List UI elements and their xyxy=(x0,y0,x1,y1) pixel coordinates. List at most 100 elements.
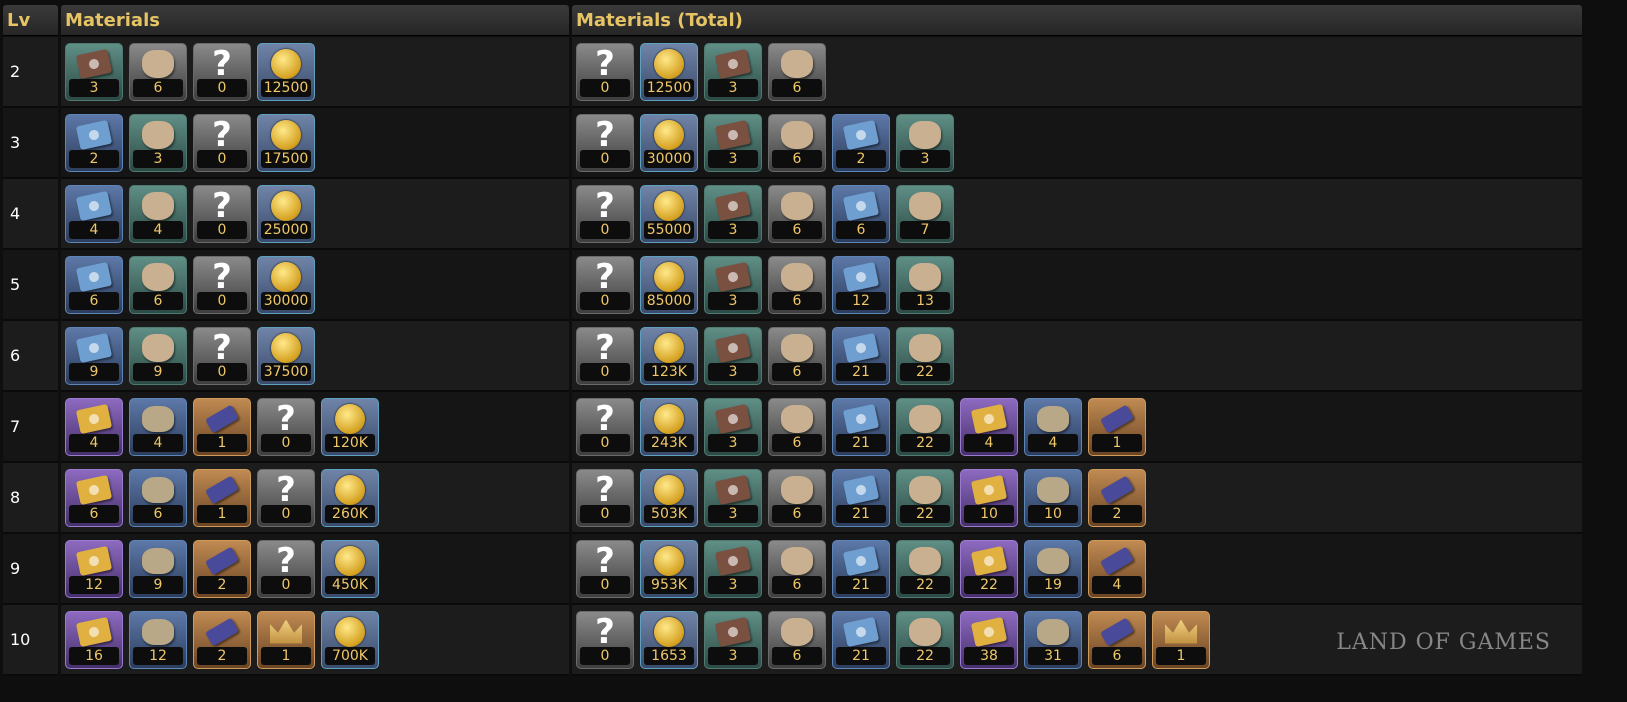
material-count: 2 xyxy=(69,149,119,168)
question-icon: ? xyxy=(595,469,615,510)
book-brown-icon xyxy=(714,48,752,79)
material-count: 3 xyxy=(708,575,758,594)
book-blue-icon xyxy=(842,545,880,576)
material-count: 9 xyxy=(133,362,183,381)
material-slot: 6 xyxy=(768,184,826,243)
level-label: 9 xyxy=(10,559,21,578)
material-slot: 9 xyxy=(129,539,187,598)
material-count: 37500 xyxy=(261,362,311,381)
cat-gray-icon xyxy=(781,404,813,433)
book-gold-icon xyxy=(970,616,1008,647)
material-count: 1653 xyxy=(644,646,694,665)
claw-icon xyxy=(205,546,239,575)
book-gold-icon xyxy=(75,616,113,647)
material-count: 6 xyxy=(133,504,183,523)
material-count: 13 xyxy=(900,291,950,310)
material-slot: 6 xyxy=(1088,610,1146,669)
material-count: 1 xyxy=(197,504,247,523)
material-count: 0 xyxy=(197,220,247,239)
mora-coin-icon xyxy=(271,48,301,79)
cat-green-icon xyxy=(909,404,941,433)
material-count: 55000 xyxy=(644,220,694,239)
material-slot: ? 0 xyxy=(576,610,634,669)
material-slot: 503K xyxy=(640,468,698,527)
material-slot: 6 xyxy=(129,255,187,314)
material-count: 10 xyxy=(1028,504,1078,523)
material-slot: 30000 xyxy=(257,255,315,314)
material-slot: 4 xyxy=(1024,397,1082,456)
material-count: 21 xyxy=(836,362,886,381)
material-slot: 1 xyxy=(1152,610,1210,669)
mora-coin-icon xyxy=(335,403,365,434)
material-slot: 22 xyxy=(896,468,954,527)
material-slot: 9 xyxy=(65,326,123,385)
book-blue-icon xyxy=(842,190,880,221)
mora-coin-icon xyxy=(654,616,684,647)
material-count: 2 xyxy=(197,646,247,665)
material-count: 0 xyxy=(580,433,630,452)
material-slot: 3 xyxy=(704,610,762,669)
materials-total-cell: ? 0 123K 3 6 21 22 xyxy=(572,321,1582,392)
cat-gray-icon xyxy=(781,191,813,220)
material-slot: 6 xyxy=(65,468,123,527)
material-count: 0 xyxy=(580,504,630,523)
material-count: 6 xyxy=(772,149,822,168)
material-count: 9 xyxy=(133,575,183,594)
cat-green-icon xyxy=(142,333,174,362)
material-count: 12 xyxy=(133,646,183,665)
question-icon: ? xyxy=(595,256,615,297)
material-count: 3 xyxy=(69,78,119,97)
question-icon: ? xyxy=(595,43,615,84)
material-slot: 4 xyxy=(65,397,123,456)
mora-coin-icon xyxy=(271,332,301,363)
header-lv: Lv xyxy=(3,5,58,36)
material-count: 120K xyxy=(325,433,375,452)
material-count: 6 xyxy=(772,646,822,665)
book-brown-icon xyxy=(714,190,752,221)
materials-cell: 12 9 2? 0 450K xyxy=(61,534,569,605)
material-slot: 6 xyxy=(129,468,187,527)
level-label: 5 xyxy=(10,275,21,294)
material-slot: 6 xyxy=(768,255,826,314)
material-slot: 3 xyxy=(65,42,123,101)
cat-green-icon xyxy=(909,617,941,646)
claw-icon xyxy=(205,475,239,504)
book-gold-icon xyxy=(75,474,113,505)
material-slot: 31 xyxy=(1024,610,1082,669)
material-slot: 38 xyxy=(960,610,1018,669)
material-slot: 6 xyxy=(768,326,826,385)
material-count: 7 xyxy=(900,220,950,239)
book-gold-icon xyxy=(75,545,113,576)
materials-total-cell: ? 0 30000 3 6 2 3 xyxy=(572,108,1582,179)
material-slot: 243K xyxy=(640,397,698,456)
material-slot: 3 xyxy=(896,113,954,172)
material-count: 31 xyxy=(1028,646,1078,665)
material-slot: ? 0 xyxy=(257,468,315,527)
material-count: 21 xyxy=(836,646,886,665)
book-brown-icon xyxy=(714,119,752,150)
materials-cell: 4 4 1? 0 120K xyxy=(61,392,569,463)
cat-green-icon xyxy=(909,333,941,362)
material-slot: 16 xyxy=(65,610,123,669)
material-count: 30000 xyxy=(644,149,694,168)
material-slot: 10 xyxy=(1024,468,1082,527)
cat-green-icon xyxy=(142,191,174,220)
material-slot: 30000 xyxy=(640,113,698,172)
book-blue-icon xyxy=(842,332,880,363)
claw-icon xyxy=(205,404,239,433)
material-count: 0 xyxy=(261,433,311,452)
material-count: 1 xyxy=(1092,433,1142,452)
material-slot: 21 xyxy=(832,326,890,385)
material-count: 12 xyxy=(69,575,119,594)
level-cell: 9 xyxy=(3,534,58,605)
level-label: 4 xyxy=(10,204,21,223)
material-slot: ? 0 xyxy=(576,113,634,172)
material-count: 0 xyxy=(197,362,247,381)
mora-coin-icon xyxy=(335,545,365,576)
mora-coin-icon xyxy=(271,119,301,150)
level-label: 10 xyxy=(10,630,31,649)
material-count: 6 xyxy=(69,504,119,523)
mora-coin-icon xyxy=(654,545,684,576)
material-count: 503K xyxy=(644,504,694,523)
material-slot: 55000 xyxy=(640,184,698,243)
